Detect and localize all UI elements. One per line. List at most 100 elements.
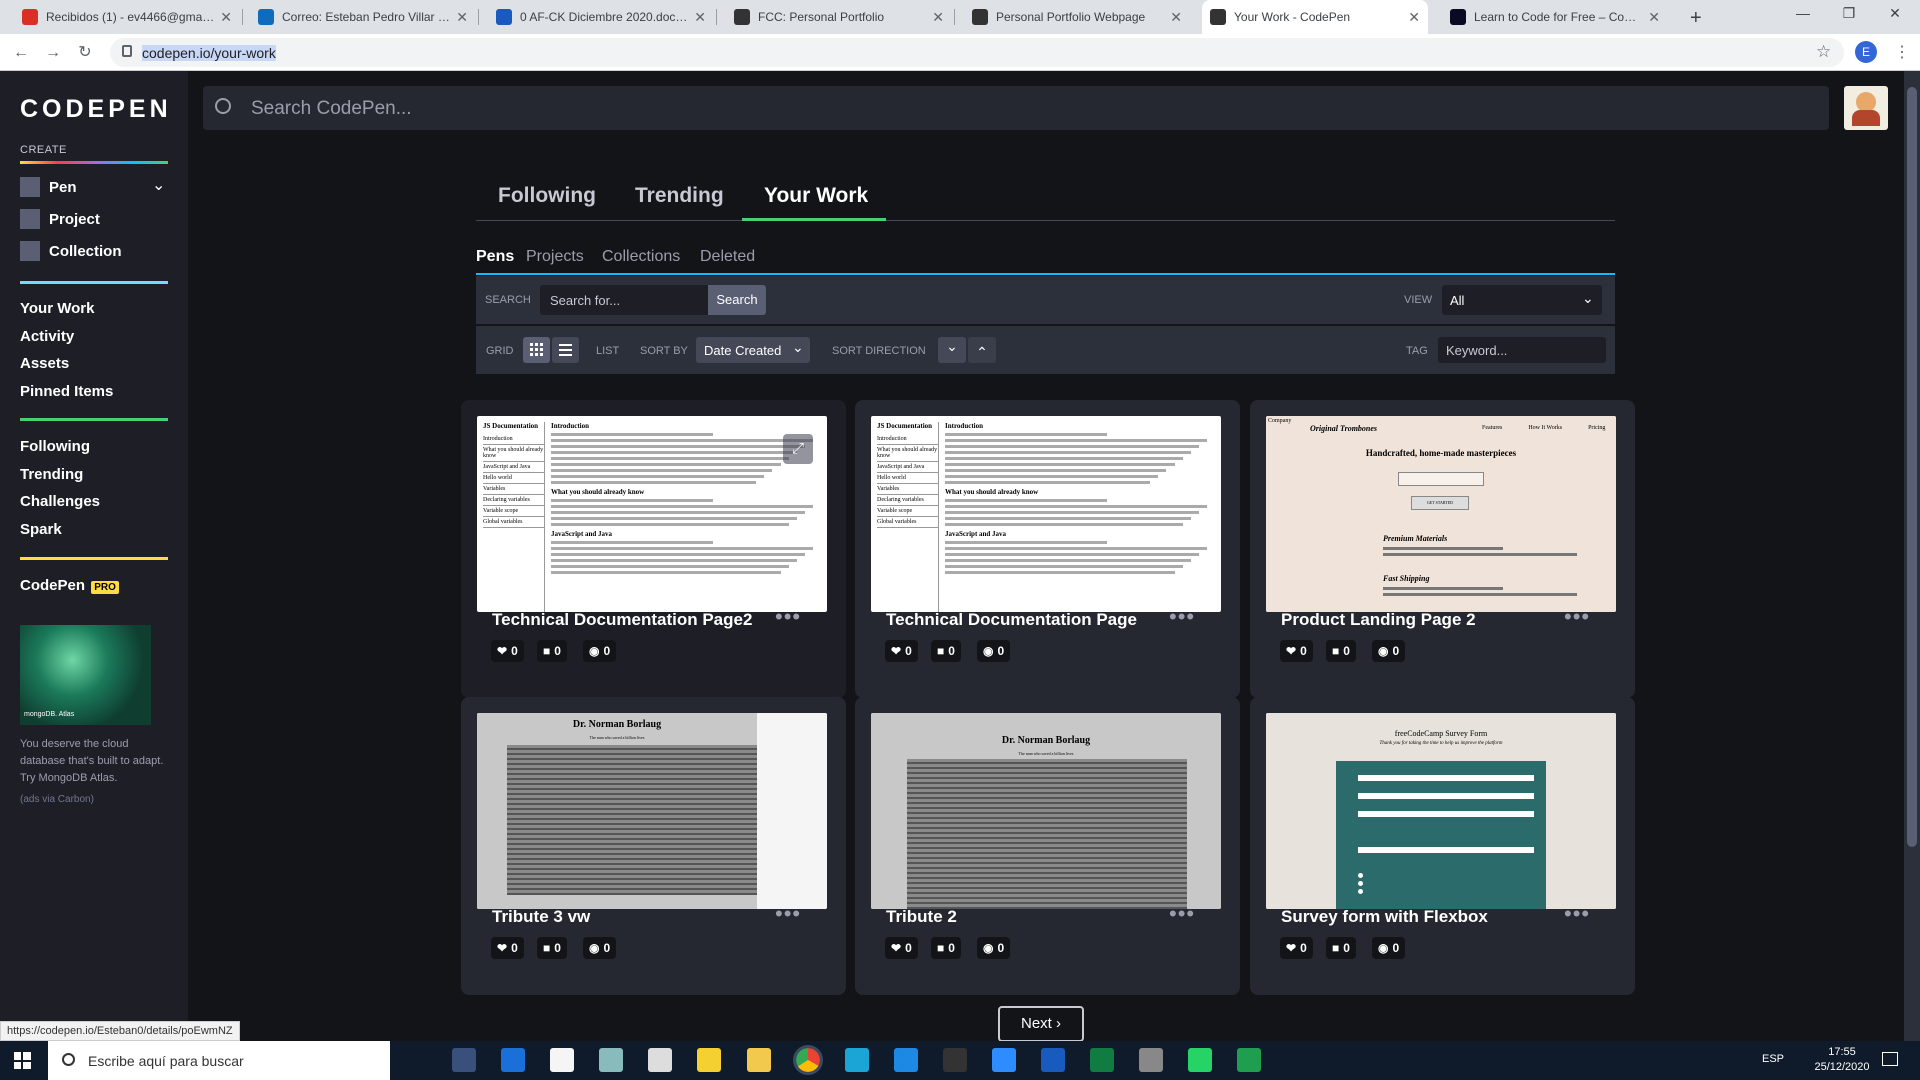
maximize-button[interactable]: ❐ xyxy=(1826,5,1872,29)
minimize-button[interactable]: — xyxy=(1780,5,1826,29)
sticky-notes-icon[interactable] xyxy=(697,1048,721,1072)
forward-icon[interactable]: → xyxy=(42,42,64,64)
terminal-icon[interactable] xyxy=(943,1048,967,1072)
tab-your-work[interactable]: Your Work xyxy=(764,184,868,208)
sidebar-item-assets[interactable]: Assets xyxy=(20,355,69,372)
more-options-icon[interactable]: ••• xyxy=(775,901,801,927)
create-collection-button[interactable]: Collection xyxy=(20,241,170,263)
pen-title[interactable]: Technical Documentation Page2 xyxy=(492,610,752,630)
chrome-menu-icon[interactable]: ⋮ xyxy=(1894,42,1910,62)
browser-tab[interactable]: 0 AF-CK Diciembre 2020.docx - Microsoft … xyxy=(488,0,714,34)
tab-following[interactable]: Following xyxy=(498,184,596,208)
pen-title[interactable]: Product Landing Page 2 xyxy=(1281,610,1476,630)
scrollbar-thumb[interactable] xyxy=(1907,87,1917,847)
subtab-deleted[interactable]: Deleted xyxy=(700,248,755,266)
expand-icon[interactable]: ⤢ xyxy=(783,434,813,464)
edge-icon[interactable] xyxy=(845,1048,869,1072)
sort-by-select[interactable]: Date Created ⌄ xyxy=(696,337,810,363)
codepen-pro-link[interactable]: CodePen PRO xyxy=(20,577,119,594)
ad-text[interactable]: You deserve the cloud database that's bu… xyxy=(20,736,170,787)
pen-card[interactable]: freeCodeCamp Survey Form Thank you for ta… xyxy=(1250,697,1635,995)
notepad-icon[interactable] xyxy=(648,1048,672,1072)
like-button[interactable]: ❤ 0 xyxy=(1280,640,1313,662)
sort-ascending-button[interactable]: ⌃ xyxy=(968,337,996,363)
user-avatar[interactable] xyxy=(1844,86,1888,130)
pen-thumbnail[interactable]: Dr. Norman Borlaug The man who saved a bi… xyxy=(477,713,827,909)
file-explorer-icon[interactable] xyxy=(747,1048,771,1072)
pen-thumbnail[interactable]: freeCodeCamp Survey Form Thank you for ta… xyxy=(1266,713,1616,909)
language-indicator[interactable]: ESP xyxy=(1762,1053,1784,1065)
pen-title[interactable]: Technical Documentation Page xyxy=(886,610,1137,630)
close-icon[interactable]: ✕ xyxy=(1170,9,1182,26)
like-button[interactable]: ❤ 0 xyxy=(1280,937,1313,959)
more-options-icon[interactable]: ••• xyxy=(1564,604,1590,630)
zoom-icon[interactable] xyxy=(992,1048,1016,1072)
windows-start-icon[interactable] xyxy=(14,1052,31,1069)
comment-button[interactable]: ■ 0 xyxy=(931,640,961,662)
close-icon[interactable]: ✕ xyxy=(1408,9,1420,26)
close-icon[interactable]: ✕ xyxy=(1648,9,1660,26)
pen-thumbnail[interactable]: Company Original Trombones Features How It … xyxy=(1266,416,1616,612)
pen-title[interactable]: Tribute 3 vw xyxy=(492,907,590,927)
pen-card[interactable]: Dr. Norman Borlaug The man who saved a bi… xyxy=(461,697,846,995)
sidebar-item-pinned-items[interactable]: Pinned Items xyxy=(20,383,113,400)
ad-via[interactable]: (ads via Carbon) xyxy=(20,794,94,805)
omnibox[interactable]: codepen.io/your-work ☆ xyxy=(110,38,1844,67)
pen-title[interactable]: Tribute 2 xyxy=(886,907,957,927)
pen-card[interactable]: JS Documentation Introduction What you sho… xyxy=(461,400,846,698)
file-icon[interactable] xyxy=(550,1048,574,1072)
pen-card[interactable]: Dr. Norman Borlaug The man who saved a bi… xyxy=(855,697,1240,995)
comment-button[interactable]: ■ 0 xyxy=(537,937,567,959)
sidebar-item-your-work[interactable]: Your Work xyxy=(20,300,94,317)
browser-tab[interactable]: Recibidos (1) - ev4466@gmail.com ✕ xyxy=(14,0,240,34)
word-icon[interactable] xyxy=(1041,1048,1065,1072)
photo-app-icon[interactable] xyxy=(452,1048,476,1072)
close-icon[interactable]: ✕ xyxy=(220,9,232,26)
close-icon[interactable]: ✕ xyxy=(456,9,468,26)
sidebar-item-trending[interactable]: Trending xyxy=(20,466,83,483)
sidebar-item-activity[interactable]: Activity xyxy=(20,328,74,345)
spreadsheet-icon[interactable] xyxy=(1237,1048,1261,1072)
whatsapp-icon[interactable] xyxy=(1188,1048,1212,1072)
like-button[interactable]: ❤ 0 xyxy=(885,640,918,662)
more-options-icon[interactable]: ••• xyxy=(1564,901,1590,927)
list-view-button[interactable] xyxy=(552,337,579,363)
create-project-button[interactable]: Project xyxy=(20,209,170,231)
notifications-icon[interactable] xyxy=(1882,1052,1898,1066)
close-icon[interactable]: ✕ xyxy=(932,9,944,26)
chrome-icon[interactable] xyxy=(793,1045,823,1075)
subtab-projects[interactable]: Projects xyxy=(526,248,584,266)
view-select[interactable]: All ⌄ xyxy=(1442,285,1602,315)
create-pen-button[interactable]: Pen ⌄ xyxy=(20,177,170,199)
pen-search-button[interactable]: Search xyxy=(708,285,766,315)
like-button[interactable]: ❤ 0 xyxy=(885,937,918,959)
disk-icon[interactable] xyxy=(1139,1048,1163,1072)
like-button[interactable]: ❤ 0 xyxy=(491,937,524,959)
comment-button[interactable]: ■ 0 xyxy=(1326,937,1356,959)
subtab-collections[interactable]: Collections xyxy=(602,248,680,266)
browser-tab[interactable]: Your Work - CodePen ✕ xyxy=(1202,0,1428,34)
browser-tab[interactable]: FCC: Personal Portfolio ✕ xyxy=(726,0,952,34)
chevron-down-icon[interactable]: ⌄ xyxy=(152,175,165,195)
store-icon[interactable] xyxy=(501,1048,525,1072)
vscode-icon[interactable] xyxy=(894,1048,918,1072)
excel-icon[interactable] xyxy=(1090,1048,1114,1072)
window-close-button[interactable]: ✕ xyxy=(1872,5,1918,29)
reload-icon[interactable]: ↻ xyxy=(74,42,96,64)
more-options-icon[interactable]: ••• xyxy=(1169,901,1195,927)
more-options-icon[interactable]: ••• xyxy=(1169,604,1195,630)
tab-trending[interactable]: Trending xyxy=(635,184,724,208)
profile-avatar[interactable]: E xyxy=(1855,41,1877,63)
pen-title[interactable]: Survey form with Flexbox xyxy=(1281,907,1488,927)
scrollbar-track[interactable] xyxy=(1904,71,1920,1041)
back-icon[interactable]: ← xyxy=(10,42,32,64)
tag-input[interactable]: Keyword... xyxy=(1438,337,1606,363)
ad-image[interactable]: mongoDB. Atlas xyxy=(20,625,151,725)
subtab-pens[interactable]: Pens xyxy=(476,248,514,266)
more-options-icon[interactable]: ••• xyxy=(775,604,801,630)
pen-thumbnail[interactable]: JS Documentation Introduction What you sho… xyxy=(871,416,1221,612)
comment-button[interactable]: ■ 0 xyxy=(1326,640,1356,662)
next-page-button[interactable]: Next › xyxy=(998,1006,1084,1042)
pen-search-input[interactable]: Search for... xyxy=(540,285,708,315)
comment-button[interactable]: ■ 0 xyxy=(537,640,567,662)
